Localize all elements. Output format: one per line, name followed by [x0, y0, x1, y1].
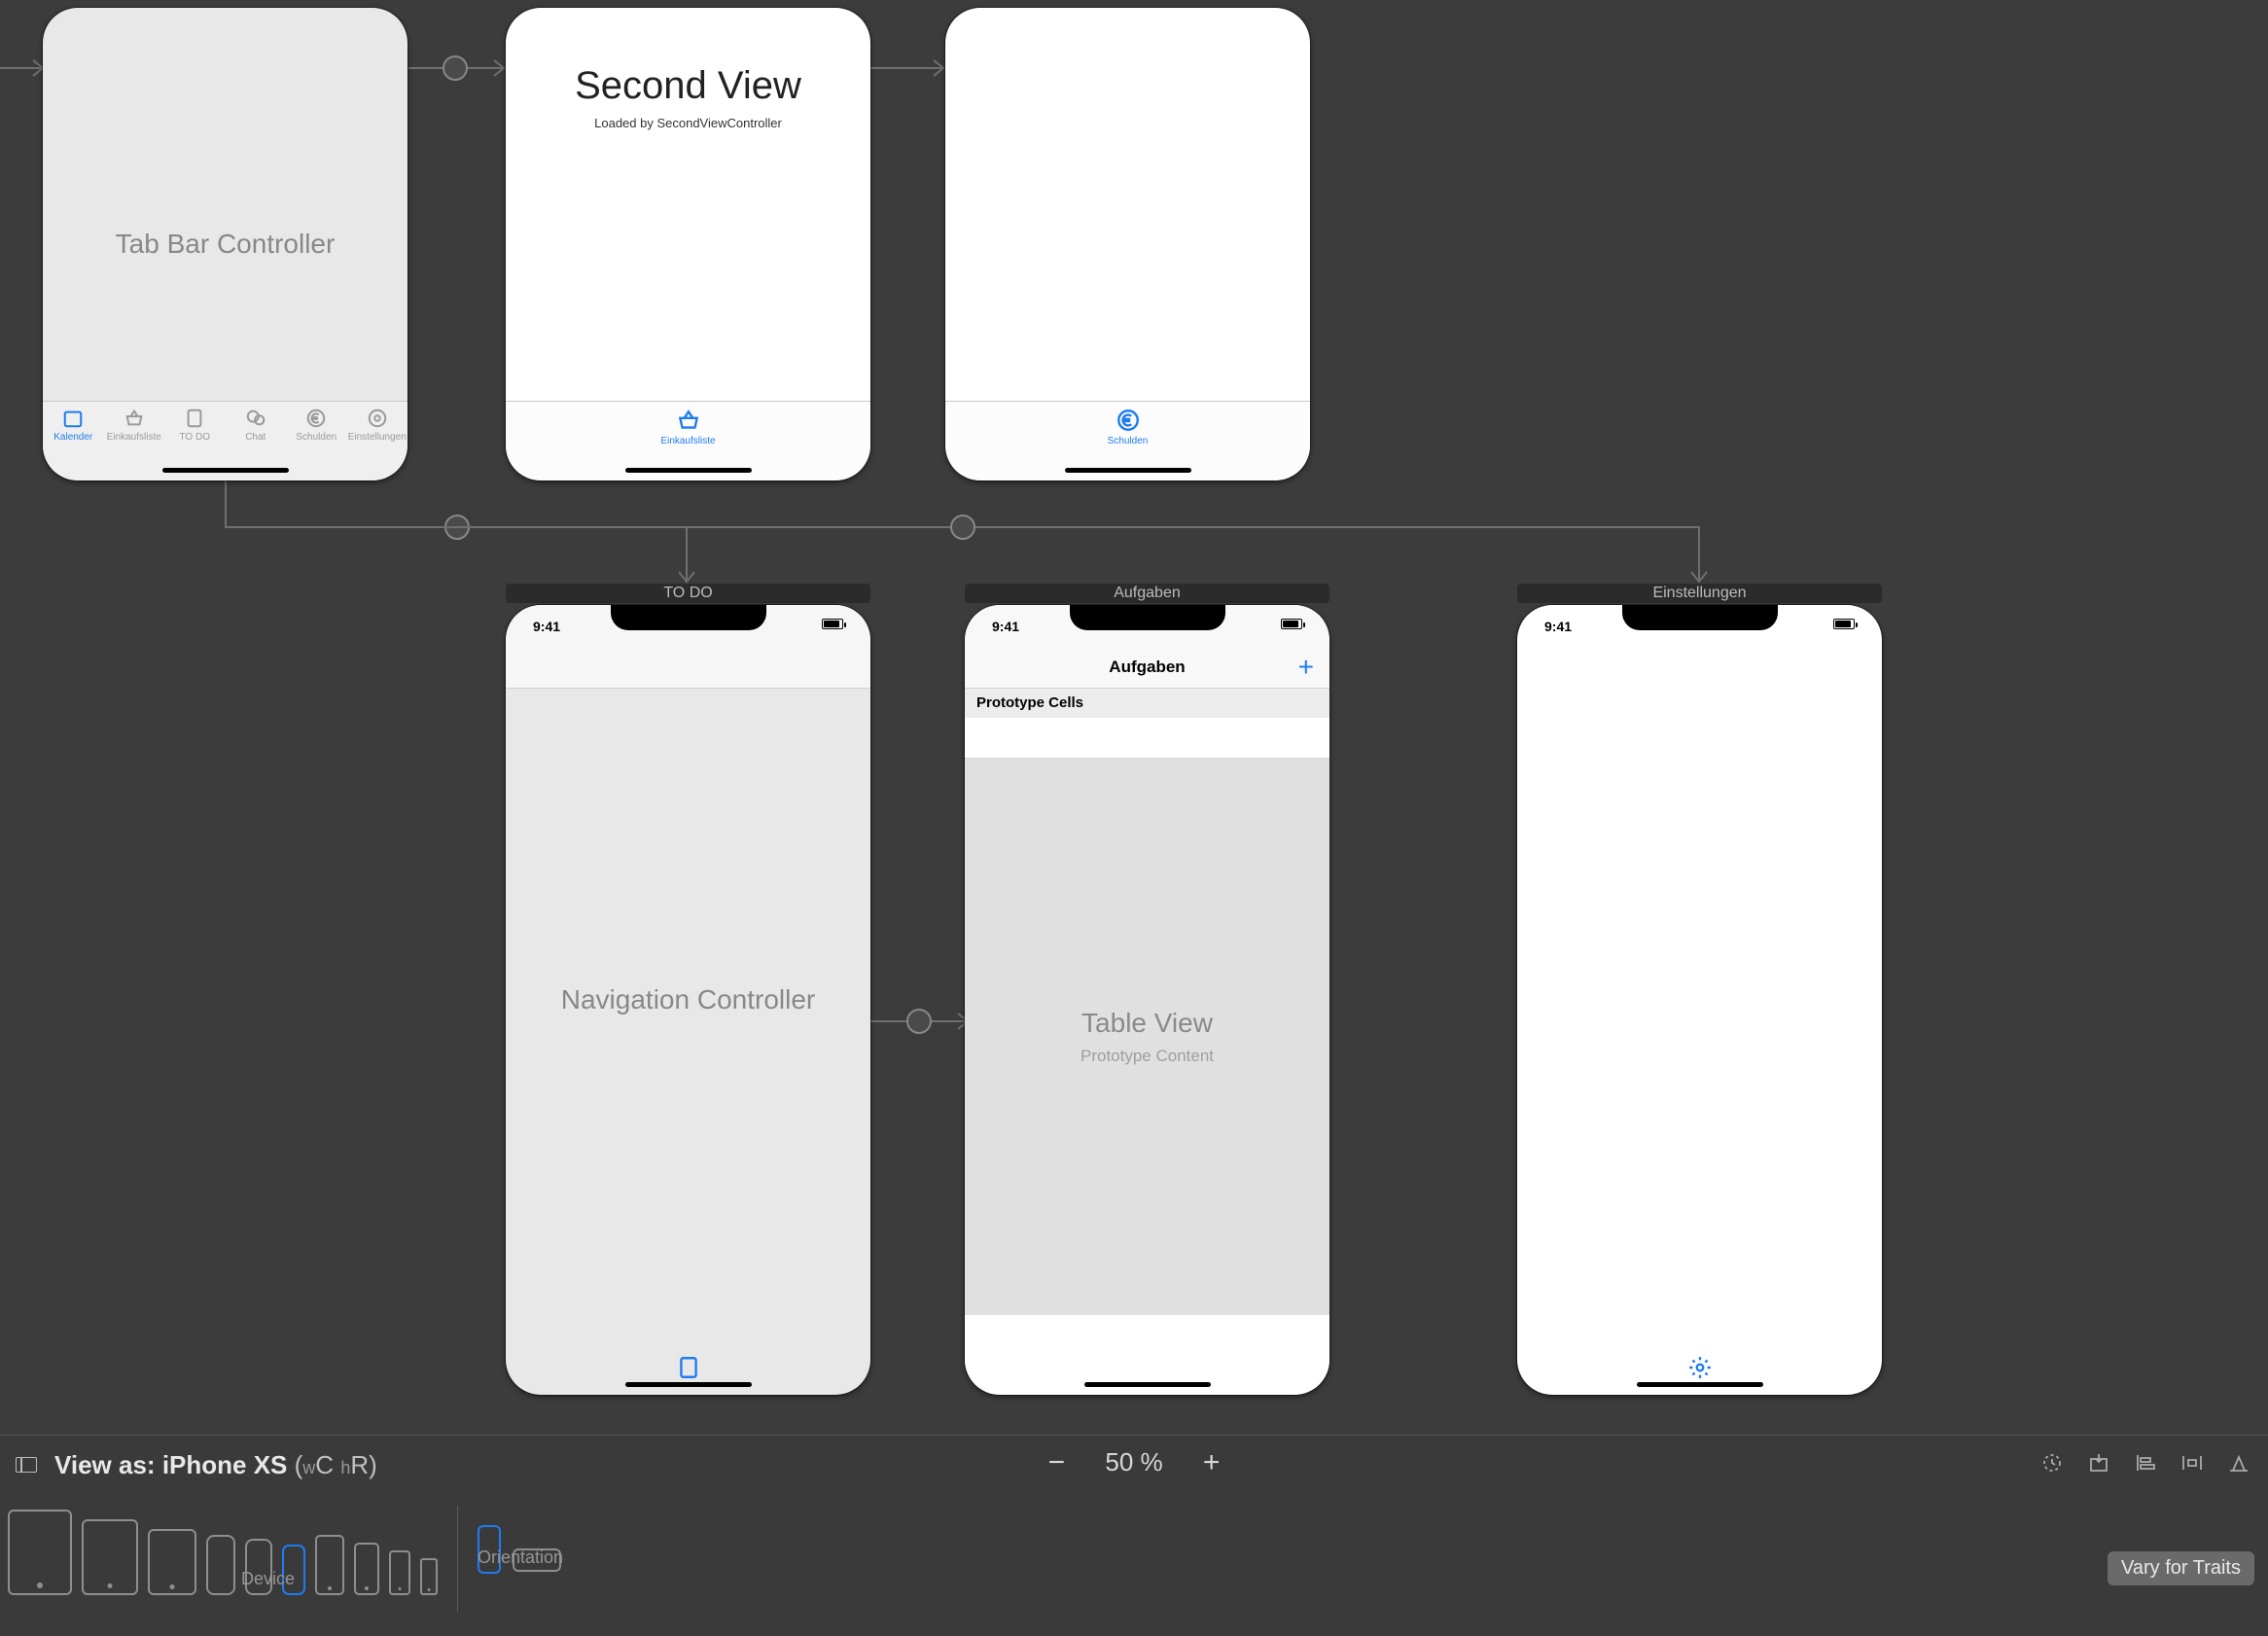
home-indicator	[1065, 468, 1191, 473]
document-outline-toggle[interactable]	[16, 1457, 37, 1473]
scene-title-bar[interactable]: TO DO	[506, 584, 870, 603]
calendar-icon	[62, 408, 84, 429]
scene-aufgaben[interactable]: Aufgaben 9:41 Aufgaben + Prototype Cells…	[965, 605, 1329, 1395]
layout-tools	[2038, 1449, 2252, 1476]
tab-todo[interactable]: TO DO	[164, 408, 226, 443]
zoom-in-button[interactable]: +	[1198, 1449, 1225, 1476]
prototype-cell[interactable]	[965, 718, 1329, 759]
phone-frame: Schulden	[945, 8, 1310, 480]
device-ipad-12-9[interactable]	[8, 1510, 72, 1595]
home-indicator	[1637, 1382, 1763, 1387]
tab-schulden[interactable]: Schulden	[286, 408, 347, 443]
view-title: Second View	[506, 64, 870, 108]
tableview-subtitle: Prototype Content	[1081, 1047, 1214, 1066]
notch	[611, 605, 766, 630]
device-iphone-8[interactable]	[354, 1543, 379, 1595]
scene-schulden-view[interactable]: Schulden	[945, 8, 1310, 480]
nav-bar: Aufgaben +	[965, 646, 1329, 689]
notch	[1070, 605, 1225, 630]
pin-constraints-button[interactable]	[2179, 1449, 2206, 1476]
tab-einkaufsliste[interactable]: Einkaufsliste	[104, 408, 165, 443]
trait-bar: View as: iPhone XS (wC hR) − 50 % +	[0, 1435, 2268, 1636]
notch	[1622, 605, 1778, 630]
view-as-label[interactable]: View as: iPhone XS (wC hR)	[54, 1450, 377, 1480]
table-view-body[interactable]: Table View Prototype Content	[965, 759, 1329, 1315]
gear-icon	[367, 408, 388, 429]
controller-title: Navigation Controller	[506, 984, 870, 1015]
status-time: 9:41	[992, 619, 1019, 634]
phone-frame: 9:41 Aufgaben + Prototype Cells Table Vi…	[965, 605, 1329, 1395]
zoom-value: 50 %	[1105, 1447, 1162, 1477]
prototype-header: Prototype Cells	[965, 689, 1329, 718]
battery-icon	[822, 619, 843, 629]
battery-icon	[1281, 619, 1302, 629]
home-indicator	[162, 468, 289, 473]
home-indicator	[1084, 1382, 1211, 1387]
basket-icon	[676, 408, 701, 433]
align-button[interactable]	[2132, 1449, 2159, 1476]
scene-einstellungen[interactable]: Einstellungen 9:41	[1517, 605, 1882, 1395]
scene-navigation-controller[interactable]: TO DO 9:41 Navigation Controller	[506, 605, 870, 1395]
tab-todo-icon[interactable]	[676, 1355, 701, 1385]
tab-einstellungen[interactable]: Einstellungen	[347, 408, 408, 443]
home-indicator	[625, 468, 752, 473]
tableview-title: Table View	[1081, 1008, 1213, 1039]
update-frames-button[interactable]	[2038, 1449, 2066, 1476]
device-iphone-se[interactable]	[389, 1550, 410, 1595]
list-icon	[184, 408, 205, 429]
zoom-out-button[interactable]: −	[1043, 1449, 1070, 1476]
tab-settings-icon[interactable]	[1687, 1355, 1713, 1385]
scene-title-bar[interactable]: Einstellungen	[1517, 584, 1882, 603]
storyboard-canvas[interactable]: Tab Bar Controller Kalender Einkaufslist…	[0, 0, 2268, 1435]
zoom-controls: − 50 % +	[1043, 1447, 1224, 1477]
tab-schulden[interactable]: Schulden	[945, 408, 1310, 446]
device-iphone-4s[interactable]	[420, 1558, 438, 1595]
euro-icon	[1116, 408, 1141, 433]
orientation-group-label: Orientation	[478, 1547, 563, 1568]
add-button[interactable]: +	[1298, 654, 1314, 681]
device-iphone-8-plus[interactable]	[315, 1535, 344, 1595]
battery-icon	[1833, 619, 1855, 629]
status-time: 9:41	[1544, 619, 1572, 634]
phone-frame: Tab Bar Controller Kalender Einkaufslist…	[43, 8, 408, 480]
device-iphone-xs-max[interactable]	[206, 1535, 235, 1595]
basket-icon	[124, 408, 145, 429]
scene-second-view[interactable]: Second View Loaded by SecondViewControll…	[506, 8, 870, 480]
tab-chat[interactable]: Chat	[226, 408, 287, 443]
phone-frame: Second View Loaded by SecondViewControll…	[506, 8, 870, 480]
euro-icon	[305, 408, 327, 429]
phone-frame: 9:41	[1517, 605, 1882, 1395]
nav-title: Aufgaben	[1109, 658, 1185, 677]
scene-title-bar[interactable]: Aufgaben	[965, 584, 1329, 603]
home-indicator	[625, 1382, 752, 1387]
scene-tabbar-controller[interactable]: Tab Bar Controller Kalender Einkaufslist…	[43, 8, 408, 480]
controller-title: Tab Bar Controller	[43, 229, 408, 260]
device-ipad-9-7[interactable]	[148, 1529, 196, 1595]
resolve-issues-button[interactable]	[2225, 1449, 2252, 1476]
device-ipad-11[interactable]	[82, 1519, 138, 1595]
vary-for-traits-button[interactable]: Vary for Traits	[2108, 1551, 2254, 1585]
device-picker	[8, 1506, 438, 1595]
tab-kalender[interactable]: Kalender	[43, 408, 104, 443]
tab-einkaufsliste[interactable]: Einkaufsliste	[506, 408, 870, 446]
separator	[457, 1506, 458, 1613]
view-subtitle: Loaded by SecondViewController	[506, 116, 870, 130]
phone-frame: 9:41 Navigation Controller	[506, 605, 870, 1395]
chat-icon	[245, 408, 266, 429]
embed-in-button[interactable]	[2085, 1449, 2112, 1476]
device-group-label: Device	[241, 1569, 295, 1589]
status-time: 9:41	[533, 619, 560, 634]
